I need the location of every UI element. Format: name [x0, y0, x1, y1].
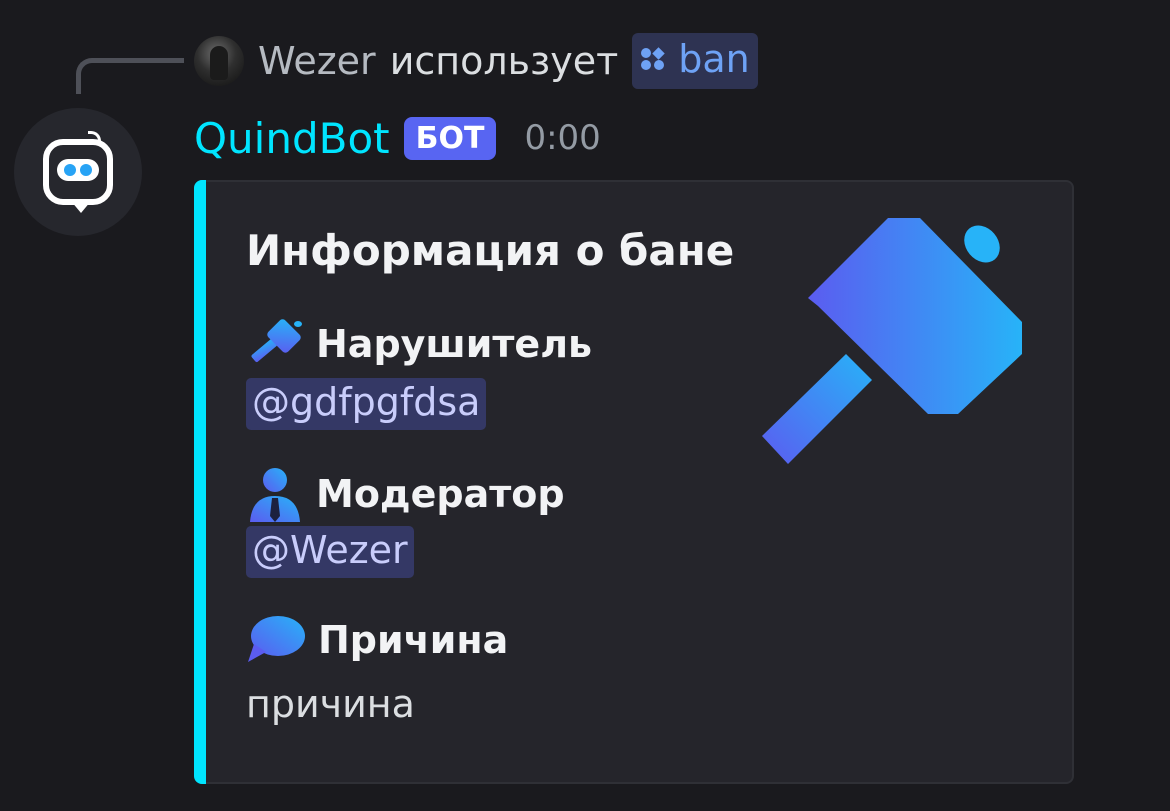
embed-card: Информация о бане Нарушитель @gdfpgfdsa	[194, 180, 1074, 784]
reply-connector	[76, 58, 184, 94]
field-name-violator: Нарушитель	[246, 318, 592, 370]
hammer-icon	[251, 319, 302, 363]
field-name-reason: Причина	[246, 614, 508, 666]
reply-context[interactable]: Wezer использует ban	[194, 32, 758, 90]
slash-command-chip[interactable]: ban	[632, 33, 758, 89]
message-timestamp[interactable]: 0:00	[524, 118, 600, 158]
bot-badge: БОТ	[403, 116, 497, 160]
embed-title: Информация о бане	[246, 226, 735, 275]
slash-command-name: ban	[678, 37, 750, 81]
moderator-icon	[250, 468, 300, 522]
message-header: QuindBot БОТ 0:00	[194, 110, 601, 166]
author-name[interactable]: QuindBot	[194, 114, 390, 163]
speech-bubble-icon	[248, 616, 305, 662]
reason-value: причина	[246, 682, 415, 726]
hammer-icon[interactable]	[760, 214, 1022, 466]
reply-user-avatar[interactable]	[194, 36, 244, 86]
field-name-label: Нарушитель	[316, 322, 593, 366]
field-name-moderator: Модератор	[246, 466, 565, 522]
moderator-mention[interactable]: @Wezer	[246, 526, 414, 578]
violator-mention[interactable]: @gdfpgfdsa	[246, 378, 487, 430]
bot-avatar[interactable]	[14, 108, 142, 236]
chat-view: Wezer использует ban QuindBot БОТ 0:00 И…	[0, 0, 1170, 811]
reply-action-text: использует	[389, 39, 619, 83]
field-name-label: Модератор	[316, 472, 565, 516]
field-name-label: Причина	[318, 618, 509, 662]
reply-username[interactable]: Wezer	[258, 39, 376, 83]
robot-icon	[43, 131, 113, 213]
app-command-icon	[640, 46, 666, 72]
embed-accent-bar	[194, 180, 206, 784]
